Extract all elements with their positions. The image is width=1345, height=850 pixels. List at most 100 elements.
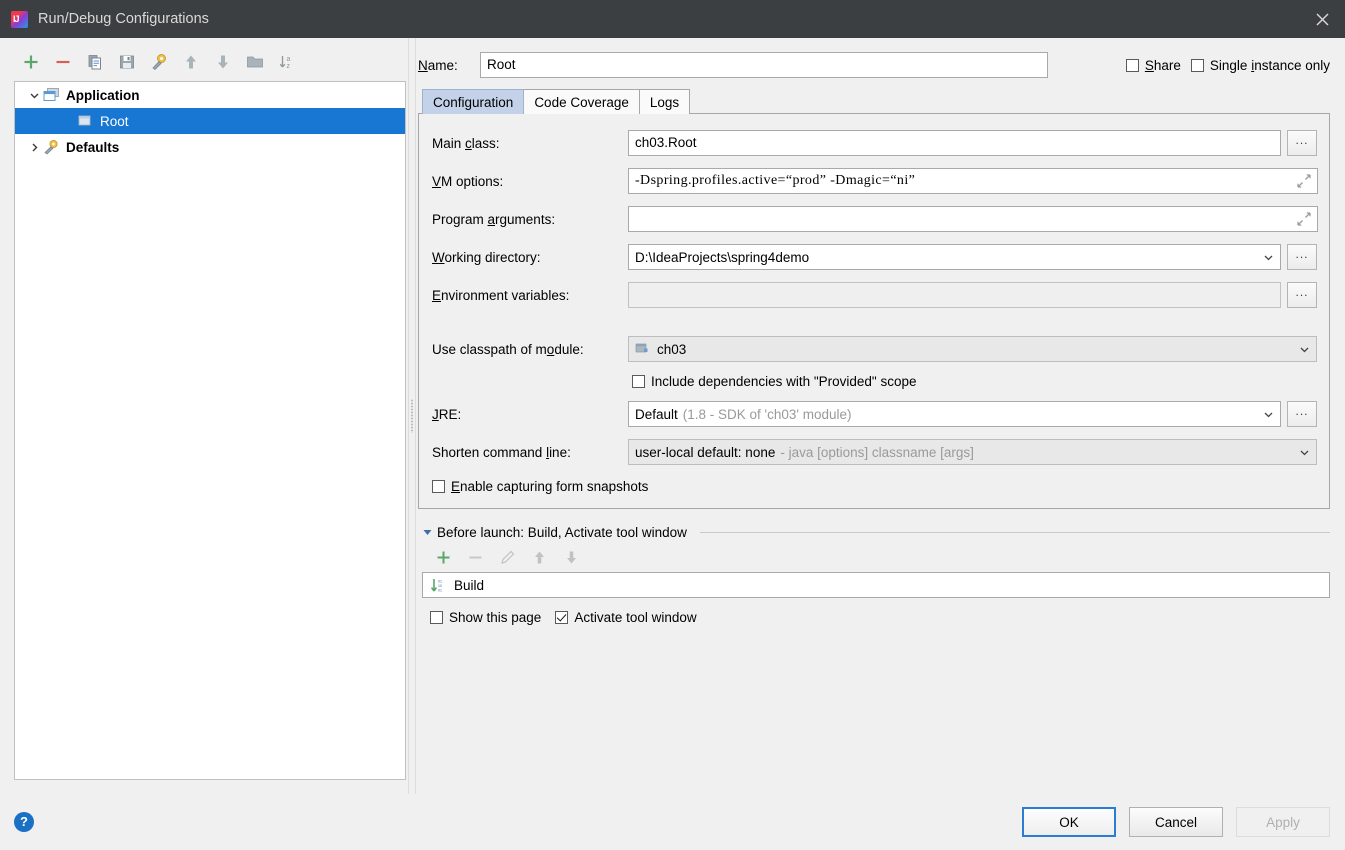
move-task-down-button[interactable] bbox=[558, 544, 584, 570]
activate-tool-window-checkbox[interactable]: Activate tool window bbox=[555, 610, 697, 625]
window-title: Run/Debug Configurations bbox=[38, 11, 209, 27]
triangle-down-icon[interactable] bbox=[422, 528, 432, 538]
editor-tabs: Configuration Code Coverage Logs bbox=[418, 88, 1330, 114]
chevron-down-icon[interactable] bbox=[1291, 344, 1310, 355]
environment-variables-browse-button[interactable]: ... bbox=[1287, 282, 1317, 308]
shorten-command-line-hint: - java [options] classname [args] bbox=[780, 444, 974, 460]
cancel-button[interactable]: Cancel bbox=[1129, 807, 1223, 837]
intellij-idea-icon bbox=[11, 10, 28, 28]
expand-arrows-icon[interactable] bbox=[1291, 206, 1317, 232]
enable-capturing-row: Enable capturing form snapshots bbox=[428, 479, 1317, 494]
help-icon[interactable]: ? bbox=[14, 812, 34, 832]
splitter-handle[interactable] bbox=[410, 399, 414, 433]
main-class-label: Main class: bbox=[432, 135, 500, 151]
checkbox-box[interactable] bbox=[432, 480, 445, 493]
vm-options-label: VM options: bbox=[432, 173, 504, 189]
environment-variables-input[interactable] bbox=[628, 282, 1281, 308]
dialog-body: a z Application Root Defaults Name: Root… bbox=[0, 38, 1345, 794]
close-icon[interactable] bbox=[1299, 0, 1345, 38]
name-input[interactable]: Root bbox=[480, 52, 1048, 78]
working-directory-browse-button[interactable]: ... bbox=[1287, 244, 1317, 270]
vm-options-row: VM options: -Dspring.profiles.active=“pr… bbox=[428, 168, 1318, 194]
tree-node-defaults[interactable]: Defaults bbox=[15, 134, 405, 160]
move-task-up-button[interactable] bbox=[526, 544, 552, 570]
chevron-down-icon[interactable] bbox=[25, 86, 43, 104]
svg-text:01: 01 bbox=[438, 579, 442, 583]
shorten-command-line-combo[interactable]: user-local default: none - java [options… bbox=[628, 439, 1317, 465]
title-bar: Run/Debug Configurations bbox=[0, 0, 1345, 38]
vm-options-input[interactable]: -Dspring.profiles.active=“prod” -Dmagic=… bbox=[628, 168, 1318, 194]
tab-configuration[interactable]: Configuration bbox=[422, 89, 525, 114]
working-directory-row: Working directory: D:\IdeaProjects\sprin… bbox=[428, 244, 1317, 270]
use-classpath-of-module-row: Use classpath of module: ch03 bbox=[428, 336, 1317, 362]
single-instance-only-checkbox[interactable]: Single instance only bbox=[1190, 58, 1330, 73]
chevron-down-icon[interactable] bbox=[1255, 409, 1274, 420]
tree-node-label: Application bbox=[66, 87, 140, 103]
chevron-down-icon[interactable] bbox=[1291, 447, 1310, 458]
before-launch-section: Before launch: Build, Activate tool wind… bbox=[418, 525, 1330, 625]
svg-text:01: 01 bbox=[438, 588, 442, 592]
configurations-pane: a z Application Root Defaults bbox=[0, 38, 406, 794]
checkbox-box[interactable] bbox=[555, 611, 569, 624]
tree-node-application[interactable]: Application bbox=[15, 82, 405, 108]
create-folder-button[interactable] bbox=[240, 48, 270, 76]
configuration-editor-pane: Name: Root Share Single instance only Co… bbox=[418, 38, 1345, 794]
move-down-button[interactable] bbox=[208, 48, 238, 76]
before-launch-header[interactable]: Before launch: Build, Activate tool wind… bbox=[422, 525, 1330, 540]
share-label: Share bbox=[1144, 57, 1181, 73]
svg-text:a: a bbox=[287, 56, 291, 63]
checkbox-box[interactable] bbox=[632, 375, 645, 388]
wrench-gear-icon[interactable] bbox=[144, 48, 174, 76]
program-arguments-input[interactable] bbox=[628, 206, 1318, 232]
show-this-page-checkbox[interactable]: Show this page bbox=[430, 610, 541, 625]
main-class-browse-button[interactable]: ... bbox=[1287, 130, 1317, 156]
activate-tool-window-label: Activate tool window bbox=[574, 610, 697, 625]
pane-splitter[interactable] bbox=[406, 38, 418, 794]
jre-value: Default bbox=[635, 406, 678, 422]
use-classpath-of-module-combo[interactable]: ch03 bbox=[628, 336, 1317, 362]
tab-code-coverage[interactable]: Code Coverage bbox=[523, 89, 640, 114]
name-label: Name: bbox=[418, 57, 458, 73]
save-configuration-button[interactable] bbox=[112, 48, 142, 76]
copy-configuration-button[interactable] bbox=[80, 48, 110, 76]
chevron-down-icon[interactable] bbox=[1255, 252, 1274, 263]
working-directory-combo[interactable]: D:\IdeaProjects\spring4demo bbox=[628, 244, 1281, 270]
svg-text:10: 10 bbox=[438, 584, 442, 588]
tab-logs[interactable]: Logs bbox=[638, 89, 691, 114]
svg-text:z: z bbox=[287, 63, 291, 70]
remove-configuration-button[interactable] bbox=[48, 48, 78, 76]
edit-task-button[interactable] bbox=[494, 544, 520, 570]
program-arguments-label: Program arguments: bbox=[432, 211, 556, 227]
checkbox-box[interactable] bbox=[1125, 58, 1139, 72]
name-row: Name: Root Share Single instance only bbox=[418, 46, 1330, 84]
dialog-footer: ? OK Cancel Apply bbox=[0, 794, 1345, 850]
add-configuration-button[interactable] bbox=[16, 48, 46, 76]
ok-button[interactable]: OK bbox=[1022, 807, 1116, 837]
before-launch-task-list[interactable]: 01 10 01 Build bbox=[422, 572, 1330, 598]
include-dependencies-checkbox[interactable]: Include dependencies with "Provided" sco… bbox=[632, 374, 917, 389]
tree-node-label: Root bbox=[100, 113, 129, 129]
main-class-input[interactable]: ch03.Root bbox=[628, 130, 1281, 156]
checkbox-box[interactable] bbox=[430, 611, 443, 624]
enable-capturing-checkbox[interactable]: Enable capturing form snapshots bbox=[432, 479, 648, 494]
chevron-right-icon[interactable] bbox=[25, 138, 43, 156]
show-this-page-label: Show this page bbox=[449, 610, 542, 625]
apply-button[interactable]: Apply bbox=[1236, 807, 1330, 837]
remove-task-button[interactable] bbox=[462, 544, 488, 570]
configurations-tree[interactable]: Application Root Defaults bbox=[14, 81, 406, 780]
environment-variables-label: Environment variables: bbox=[432, 287, 570, 303]
add-task-button[interactable] bbox=[430, 544, 456, 570]
expand-arrows-icon[interactable] bbox=[1291, 168, 1317, 194]
wrench-gear-icon bbox=[43, 139, 60, 155]
use-classpath-of-module-value: ch03 bbox=[657, 341, 687, 357]
checkbox-box[interactable] bbox=[1190, 58, 1204, 72]
move-up-button[interactable] bbox=[176, 48, 206, 76]
sort-configurations-button[interactable]: a z bbox=[272, 48, 302, 76]
tree-node-root[interactable]: Root bbox=[15, 108, 405, 134]
before-launch-toolbar bbox=[422, 542, 1330, 572]
share-checkbox[interactable]: Share bbox=[1125, 57, 1181, 73]
jre-row: JRE: Default (1.8 - SDK of 'ch03' module… bbox=[428, 401, 1317, 427]
jre-combo[interactable]: Default (1.8 - SDK of 'ch03' module) bbox=[628, 401, 1281, 427]
jre-browse-button[interactable]: ... bbox=[1287, 401, 1317, 427]
